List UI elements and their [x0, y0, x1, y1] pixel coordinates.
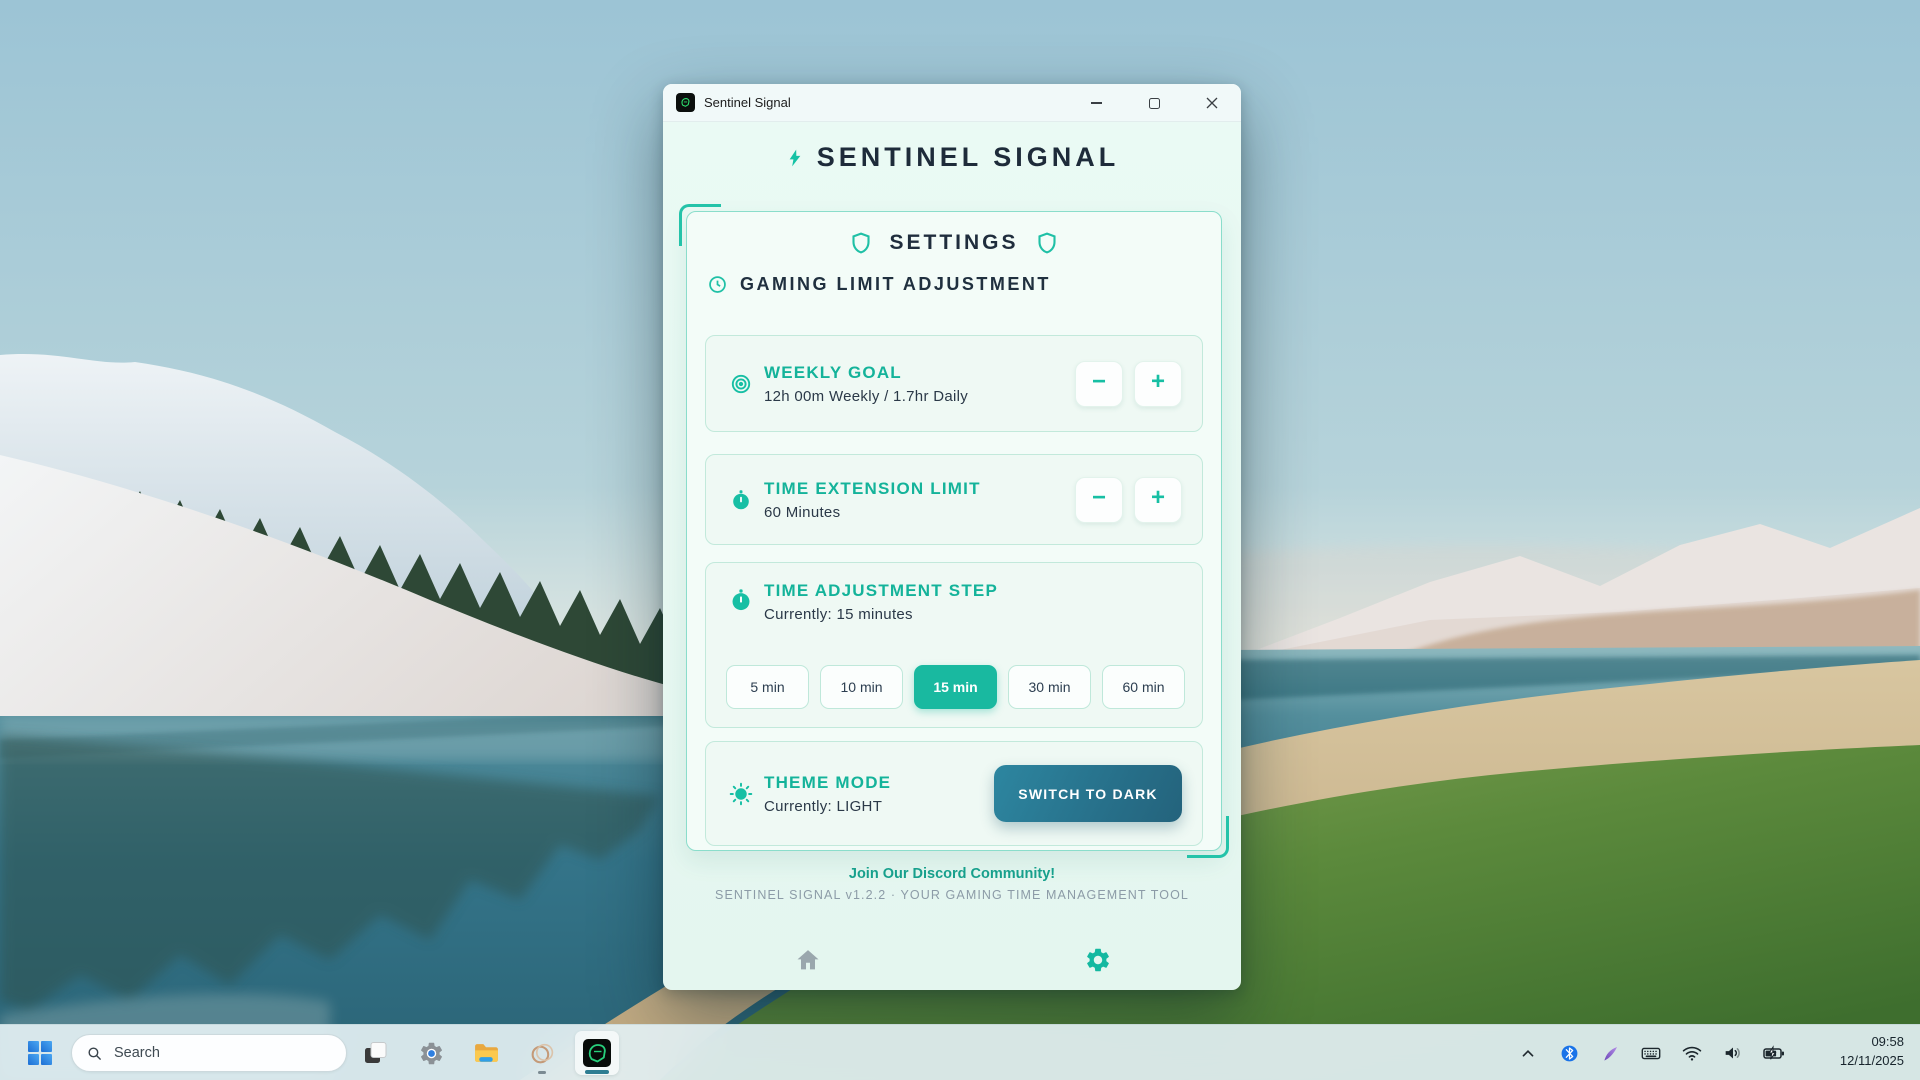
close-button[interactable]	[1197, 84, 1227, 122]
weekly-goal-stepper: − +	[1075, 361, 1182, 407]
card-title: THEME MODE	[764, 773, 891, 793]
card-subtitle: 12h 00m Weekly / 1.7hr Daily	[764, 388, 968, 405]
stopwatch-icon	[726, 587, 756, 613]
card-subtitle: Currently: LIGHT	[764, 798, 891, 815]
card-subtitle: Currently: 15 minutes	[764, 606, 998, 623]
clock-time: 09:58	[1840, 1033, 1904, 1052]
taskbar-clock[interactable]: 09:58 12/11/2025	[1840, 1033, 1904, 1071]
time-extension-increase-button[interactable]: +	[1134, 477, 1182, 523]
sun-icon	[726, 781, 756, 807]
search-icon	[86, 1045, 103, 1062]
battery-tray-button[interactable]	[1758, 1033, 1790, 1073]
rings-icon	[529, 1040, 556, 1067]
keyboard-tray-button[interactable]	[1635, 1033, 1667, 1073]
window-titlebar[interactable]: Sentinel Signal	[663, 84, 1241, 122]
time-extension-stepper: − +	[1075, 477, 1182, 523]
taskview-app-button[interactable]	[353, 1031, 397, 1075]
app-window: Sentinel Signal SENTINEL SIGNAL	[663, 84, 1241, 990]
section-heading-row: GAMING LIMIT ADJUSTMENT	[707, 274, 1051, 295]
keyboard-icon	[1640, 1042, 1662, 1064]
folder-icon	[473, 1040, 500, 1067]
switch-theme-button[interactable]: SWITCH TO DARK	[994, 765, 1182, 822]
window-title: Sentinel Signal	[704, 95, 791, 110]
time-extension-card: TIME EXTENSION LIMIT 60 Minutes − +	[705, 454, 1203, 545]
running-indicator	[538, 1071, 546, 1075]
stopwatch-icon	[726, 488, 756, 512]
layers-icon	[362, 1040, 388, 1066]
step-option-10min[interactable]: 10 min	[820, 665, 903, 709]
windows-logo-icon	[27, 1040, 53, 1066]
start-button[interactable]	[18, 1031, 62, 1075]
time-adjustment-card: TIME ADJUSTMENT STEP Currently: 15 minut…	[705, 562, 1203, 728]
feather-pen-icon	[1600, 1043, 1621, 1064]
gear-icon	[418, 1040, 445, 1067]
clock-icon	[707, 274, 728, 295]
tray-chevron-button[interactable]	[1512, 1033, 1544, 1073]
weekly-goal-card: WEEKLY GOAL 12h 00m Weekly / 1.7hr Daily…	[705, 335, 1203, 432]
target-icon	[726, 372, 756, 396]
settings-app-button[interactable]	[409, 1031, 453, 1075]
step-options-row: 5 min 10 min 15 min 30 min 60 min	[726, 665, 1185, 709]
sentinel-logo-icon	[582, 1038, 612, 1068]
card-subtitle: 60 Minutes	[764, 504, 981, 521]
version-text: SENTINEL SIGNAL v1.2.2 · YOUR GAMING TIM…	[663, 888, 1241, 902]
card-title: TIME ADJUSTMENT STEP	[764, 581, 998, 601]
bluetooth-tray-button[interactable]	[1553, 1033, 1585, 1073]
wifi-tray-button[interactable]	[1676, 1033, 1708, 1073]
app-logo-icon	[676, 93, 695, 112]
step-option-15min-active[interactable]: 15 min	[914, 665, 997, 709]
step-option-30min[interactable]: 30 min	[1008, 665, 1091, 709]
weekly-goal-decrease-button[interactable]: −	[1075, 361, 1123, 407]
card-title: WEEKLY GOAL	[764, 363, 968, 383]
gear-icon	[1084, 946, 1112, 974]
sentinel-signal-app-button[interactable]	[575, 1031, 619, 1075]
taskbar: Search	[0, 1024, 1920, 1080]
app-body: SENTINEL SIGNAL SETTINGS	[663, 122, 1241, 990]
step-option-5min[interactable]: 5 min	[726, 665, 809, 709]
system-tray	[1512, 1031, 1790, 1075]
chevron-up-icon	[1519, 1044, 1537, 1062]
shield-icon	[849, 230, 873, 256]
theme-mode-card: THEME MODE Currently: LIGHT SWITCH TO DA…	[705, 741, 1203, 846]
card-title: TIME EXTENSION LIMIT	[764, 479, 981, 499]
shield-icon	[1035, 230, 1059, 256]
file-explorer-button[interactable]	[464, 1031, 508, 1075]
volume-tray-button[interactable]	[1717, 1033, 1749, 1073]
speaker-icon	[1722, 1042, 1744, 1064]
section-heading: GAMING LIMIT ADJUSTMENT	[740, 274, 1051, 295]
taskbar-search[interactable]: Search	[71, 1034, 347, 1072]
app-header: SENTINEL SIGNAL	[663, 142, 1241, 173]
minimize-button[interactable]	[1081, 84, 1111, 122]
desktop: Sentinel Signal SENTINEL SIGNAL	[0, 0, 1920, 1080]
clock-date: 12/11/2025	[1840, 1052, 1904, 1071]
settings-panel: SETTINGS GAMING LIMIT ADJUSTMENT	[686, 211, 1222, 851]
settings-heading: SETTINGS	[889, 231, 1018, 255]
rings-app-button[interactable]	[520, 1031, 564, 1075]
settings-nav-button[interactable]	[1083, 946, 1113, 976]
wifi-icon	[1681, 1042, 1703, 1064]
home-icon	[794, 946, 822, 974]
active-window-indicator	[585, 1070, 609, 1074]
settings-heading-row: SETTINGS	[687, 230, 1221, 256]
pen-tray-button[interactable]	[1594, 1033, 1626, 1073]
discord-link[interactable]: Join Our Discord Community!	[663, 866, 1241, 882]
battery-charging-icon	[1762, 1041, 1786, 1065]
bluetooth-icon	[1560, 1044, 1579, 1063]
search-label: Search	[114, 1045, 160, 1061]
home-nav-button[interactable]	[793, 946, 823, 976]
step-option-60min[interactable]: 60 min	[1102, 665, 1185, 709]
bolt-icon	[785, 145, 805, 171]
app-title: SENTINEL SIGNAL	[817, 142, 1120, 173]
maximize-button[interactable]	[1139, 84, 1169, 122]
time-extension-decrease-button[interactable]: −	[1075, 477, 1123, 523]
weekly-goal-increase-button[interactable]: +	[1134, 361, 1182, 407]
